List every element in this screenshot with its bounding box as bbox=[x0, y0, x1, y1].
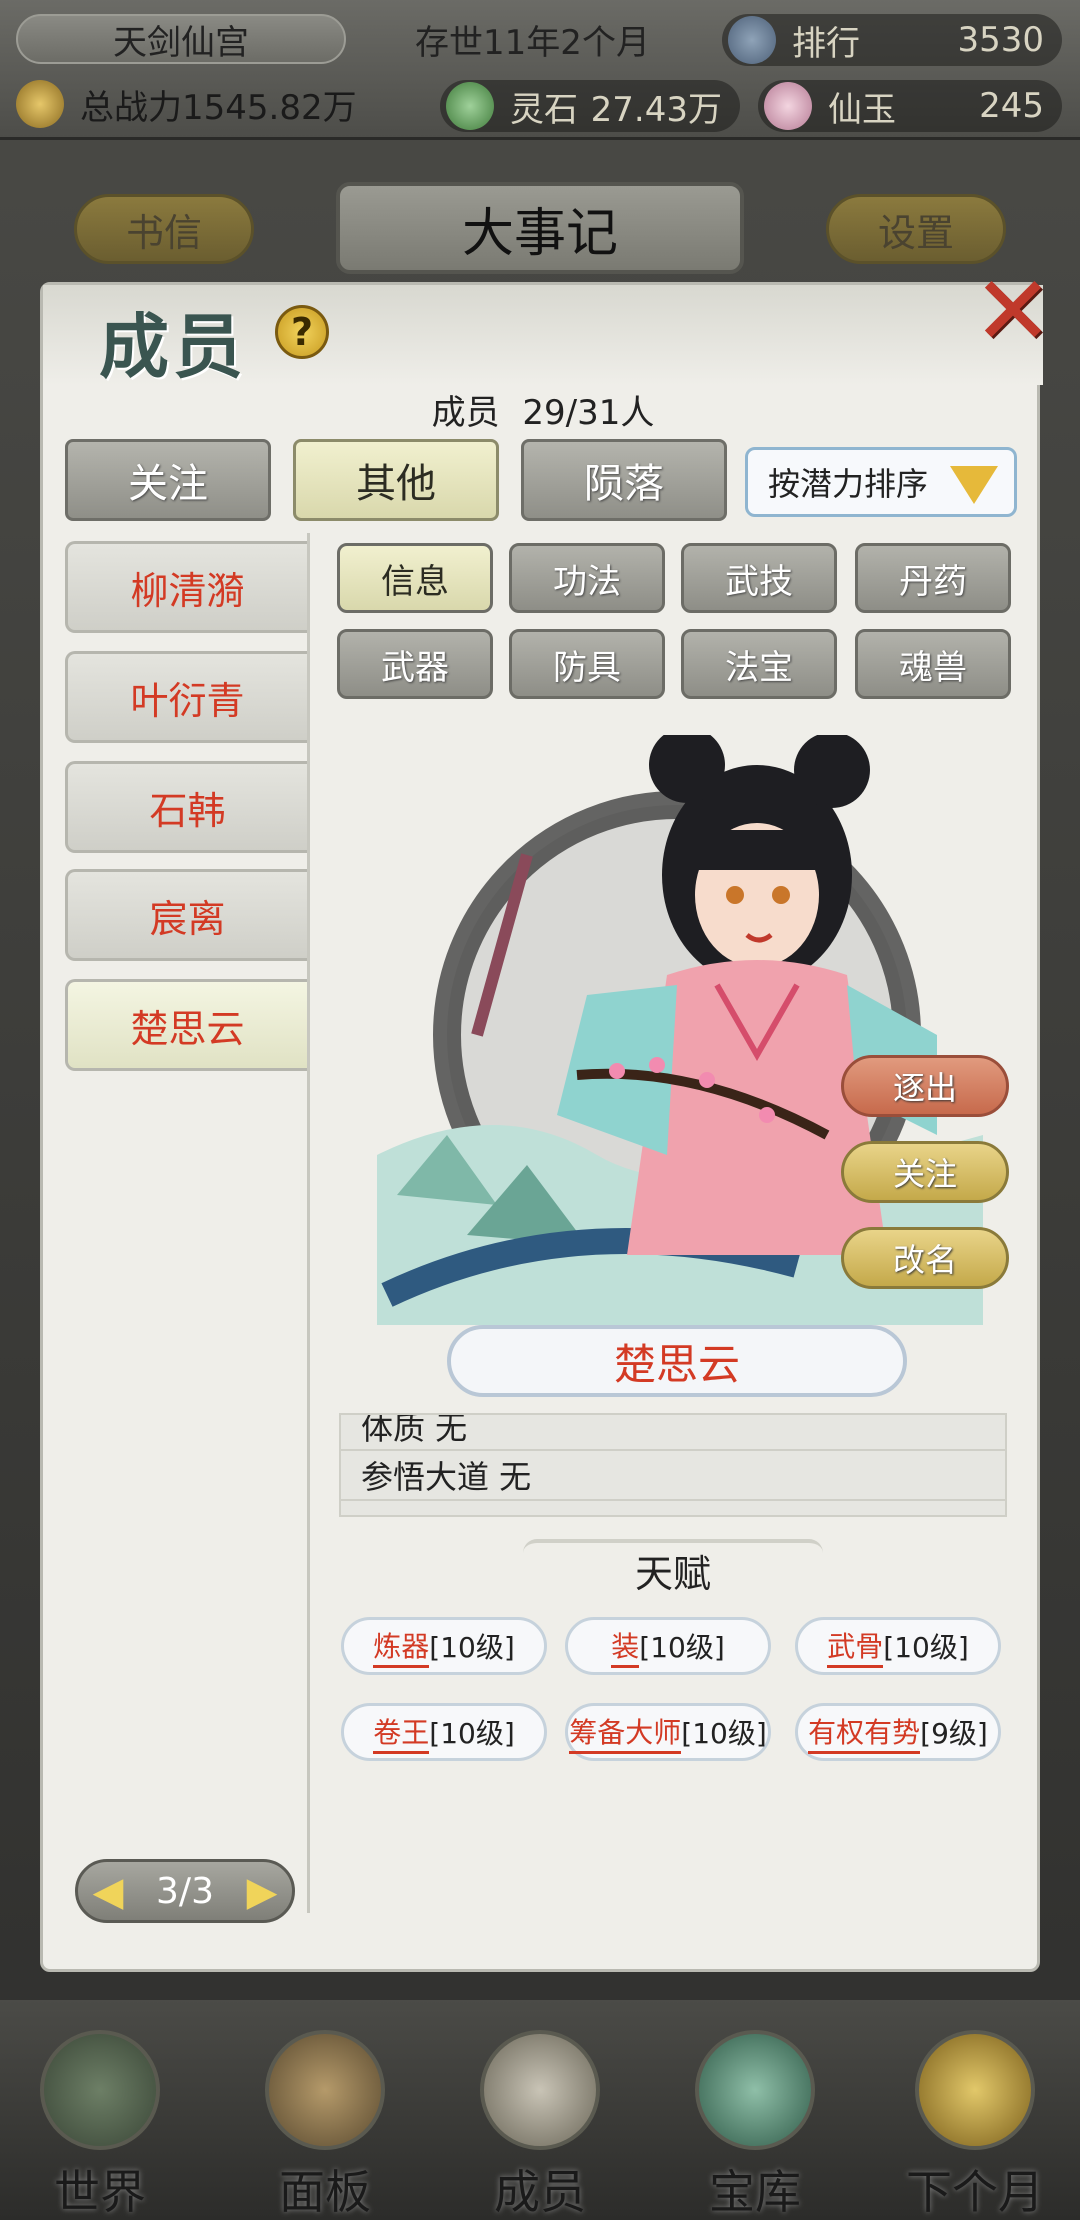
subtab-pills[interactable]: 丹药 bbox=[855, 543, 1011, 613]
nav-label: 世界 bbox=[54, 2165, 146, 2219]
prev-page-icon[interactable]: ◀ bbox=[88, 1870, 128, 1914]
rank-value: 3530 bbox=[957, 20, 1044, 60]
talent-level: [10级] bbox=[429, 1717, 515, 1750]
help-icon[interactable]: ? bbox=[275, 305, 329, 359]
subtab-armor[interactable]: 防具 bbox=[509, 629, 665, 699]
talent-level: [10级] bbox=[883, 1631, 969, 1664]
talent-name: 卷王 bbox=[373, 1711, 430, 1754]
talent-name: 武骨 bbox=[827, 1625, 884, 1668]
total-power: 总战力1545.82万 bbox=[10, 78, 430, 130]
tab-other[interactable]: 其他 bbox=[293, 439, 499, 521]
talent-badge[interactable]: 装 [10级] bbox=[565, 1617, 771, 1675]
info-row: 参悟大道 无 bbox=[341, 1451, 1005, 1501]
talent-badge[interactable]: 有权有势 [9级] bbox=[795, 1703, 1001, 1761]
subtab-weapon[interactable]: 武器 bbox=[337, 629, 493, 699]
selected-member-name: 楚思云 bbox=[447, 1325, 907, 1397]
subtab-beast[interactable]: 魂兽 bbox=[855, 629, 1011, 699]
talent-level: [10级] bbox=[681, 1717, 767, 1750]
spirit-stone-label: 灵石 bbox=[510, 89, 578, 130]
bottom-nav: 世界 面板 成员 宝库 下个月 bbox=[0, 2000, 1080, 2220]
tab-fallen[interactable]: 陨落 bbox=[521, 439, 727, 521]
app-root: 天剑仙宫 存世11年2个月 排行 3530 总战力1545.82万 灵石 27.… bbox=[0, 0, 1080, 2220]
sect-name: 天剑仙宫 bbox=[16, 14, 346, 64]
subtab-martial[interactable]: 武技 bbox=[681, 543, 837, 613]
talent-level: [10级] bbox=[429, 1631, 515, 1664]
rank-label: 排行 bbox=[792, 23, 860, 64]
talent-name: 筹备大师 bbox=[569, 1711, 682, 1754]
member-item[interactable]: 叶衍青 bbox=[65, 651, 307, 743]
rank-display[interactable]: 排行 3530 bbox=[722, 14, 1062, 66]
nav-label: 宝库 bbox=[709, 2165, 801, 2219]
next-month-icon bbox=[915, 2030, 1035, 2150]
nav-panel[interactable]: 面板 bbox=[235, 2030, 415, 2220]
list-divider bbox=[307, 533, 310, 1913]
jade-value: 245 bbox=[979, 86, 1044, 126]
nav-label: 成员 bbox=[494, 2165, 586, 2219]
nav-treasury[interactable]: 宝库 bbox=[665, 2030, 845, 2220]
talent-level: [10级] bbox=[639, 1631, 725, 1664]
page-indicator: 3/3 bbox=[156, 1870, 214, 1912]
rename-button[interactable]: 改名 bbox=[841, 1227, 1009, 1289]
nav-label: 下个月 bbox=[906, 2165, 1044, 2219]
jade-icon bbox=[764, 82, 812, 130]
nav-members[interactable]: 成员 bbox=[450, 2030, 630, 2220]
members-icon bbox=[480, 2030, 600, 2150]
jade-display[interactable]: 仙玉 245 bbox=[758, 80, 1062, 132]
spirit-stone-display[interactable]: 灵石 27.43万 bbox=[440, 80, 740, 132]
talent-badge[interactable]: 筹备大师 [10级] bbox=[565, 1703, 771, 1761]
member-panel: 成员 ? ✕ 成员 29/31人 关注 其他 陨落 按潜力排序 柳清漪 叶衍青 … bbox=[40, 261, 1053, 1972]
member-count: 成员 29/31人 bbox=[43, 385, 1043, 434]
talent-name: 炼器 bbox=[373, 1625, 430, 1668]
nav-next-month[interactable]: 下个月 bbox=[880, 2030, 1070, 2220]
chronicle-banner[interactable]: 大事记 bbox=[336, 182, 744, 274]
rank-icon bbox=[728, 16, 776, 64]
close-icon[interactable]: ✕ bbox=[963, 261, 1063, 361]
member-item[interactable]: 石韩 bbox=[65, 761, 307, 853]
member-item[interactable]: 宸离 bbox=[65, 869, 307, 961]
talent-name: 有权有势 bbox=[808, 1711, 921, 1754]
power-icon bbox=[16, 80, 64, 128]
member-item[interactable]: 柳清漪 bbox=[65, 541, 307, 633]
expel-button[interactable]: 逐出 bbox=[841, 1055, 1009, 1117]
dropdown-triangle-icon bbox=[950, 466, 998, 504]
follow-button[interactable]: 关注 bbox=[841, 1141, 1009, 1203]
panel-icon bbox=[265, 2030, 385, 2150]
total-power-text: 总战力1545.82万 bbox=[80, 87, 357, 128]
nav-label: 面板 bbox=[279, 2165, 371, 2219]
tab-follow[interactable]: 关注 bbox=[65, 439, 271, 521]
settings-button[interactable]: 设置 bbox=[826, 194, 1006, 264]
talent-badge[interactable]: 炼器 [10级] bbox=[341, 1617, 547, 1675]
panel-title: 成员 bbox=[99, 305, 247, 388]
info-row: 体质 无 bbox=[341, 1415, 1005, 1451]
spirit-stone-icon bbox=[446, 82, 494, 130]
world-icon bbox=[40, 2030, 160, 2150]
next-page-icon[interactable]: ▶ bbox=[242, 1870, 282, 1914]
subtab-treasure[interactable]: 法宝 bbox=[681, 629, 837, 699]
talent-badge[interactable]: 武骨 [10级] bbox=[795, 1617, 1001, 1675]
jade-label: 仙玉 bbox=[828, 89, 896, 130]
spirit-stone-value: 27.43万 bbox=[590, 89, 722, 130]
member-count-value: 29/31人 bbox=[522, 393, 655, 433]
member-item-selected[interactable]: 楚思云 bbox=[65, 979, 307, 1071]
member-count-label: 成员 bbox=[431, 393, 500, 433]
talent-badge[interactable]: 卷王 [10级] bbox=[341, 1703, 547, 1761]
letters-button[interactable]: 书信 bbox=[74, 194, 254, 264]
talent-level: [9级] bbox=[920, 1717, 988, 1750]
subtab-info[interactable]: 信息 bbox=[337, 543, 493, 613]
sort-dropdown[interactable]: 按潜力排序 bbox=[745, 447, 1017, 517]
pager: ◀ 3/3 ▶ bbox=[75, 1859, 295, 1923]
info-list[interactable]: 体质 无 参悟大道 无 bbox=[339, 1413, 1007, 1517]
treasury-icon bbox=[695, 2030, 815, 2150]
nav-world[interactable]: 世界 bbox=[10, 2030, 190, 2220]
top-status-bar: 天剑仙宫 存世11年2个月 排行 3530 总战力1545.82万 灵石 27.… bbox=[0, 0, 1080, 140]
subtab-skills[interactable]: 功法 bbox=[509, 543, 665, 613]
talent-header: 天赋 bbox=[523, 1539, 823, 1599]
sort-label: 按潜力排序 bbox=[768, 465, 929, 503]
talent-name: 装 bbox=[611, 1625, 640, 1668]
world-time: 存世11年2个月 bbox=[415, 22, 650, 63]
